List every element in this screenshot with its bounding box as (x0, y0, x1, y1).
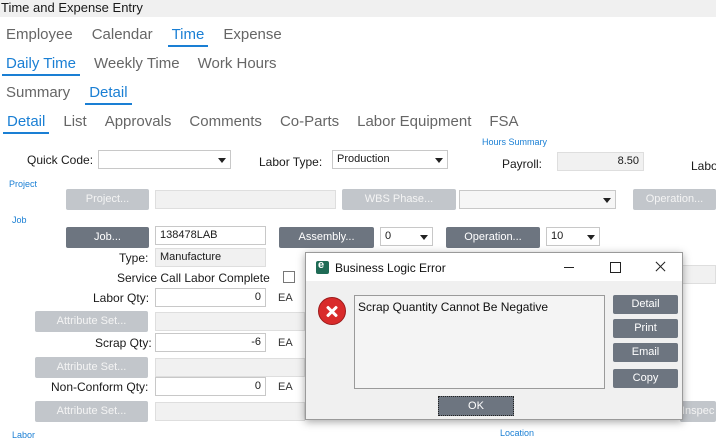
assembly-value: 0 (385, 230, 392, 242)
inspection-button[interactable]: Inspec (680, 401, 716, 422)
operation-value: 10 (551, 230, 564, 242)
service-call-checkbox[interactable] (283, 271, 295, 283)
assembly-button[interactable]: Assembly... (279, 227, 374, 248)
labor-type-value: Production (337, 153, 390, 165)
attribute-set-field-2 (155, 358, 305, 377)
tabs-detail: Detail List Approvals Comments Co-Parts … (3, 113, 533, 134)
print-button[interactable]: Print (613, 319, 678, 338)
dialog-title: Business Logic Error (335, 261, 446, 275)
tab-approvals[interactable]: Approvals (101, 113, 176, 130)
operation-dropdown[interactable]: 10 (546, 227, 600, 246)
tab-expense[interactable]: Expense (219, 26, 285, 43)
minimize-icon[interactable] (546, 253, 592, 281)
project-button[interactable]: Project... (66, 189, 149, 210)
tab-detail-sub[interactable]: Detail (3, 113, 50, 134)
service-call-label: Service Call Labor Complete (117, 271, 270, 285)
operation-button[interactable]: Operation... (446, 227, 540, 248)
project-section: Project (9, 179, 38, 189)
payroll-field: 8.50 (557, 152, 644, 171)
error-message: Scrap Quantity Cannot Be Negative (354, 295, 605, 389)
scrap-qty-unit: EA (278, 337, 293, 349)
tabs-daily: Summary Detail (2, 84, 143, 105)
attribute-set-button-3[interactable]: Attribute Set... (35, 401, 148, 422)
tab-detail[interactable]: Detail (85, 84, 132, 105)
email-button[interactable]: Email (613, 343, 678, 362)
job-button[interactable]: Job... (66, 227, 149, 248)
labor-qty-unit: EA (278, 292, 293, 304)
window-title: Time and Expense Entry (0, 0, 716, 17)
attribute-set-field-1 (155, 312, 305, 331)
quick-code-label: Quick Code: (27, 153, 94, 167)
wbs-phase-dropdown[interactable] (459, 190, 616, 209)
attribute-set-button-2[interactable]: Attribute Set... (35, 357, 148, 378)
project-field (155, 190, 336, 209)
type-field: Manufacture (155, 248, 266, 267)
chevron-down-icon (603, 198, 611, 203)
tab-calendar[interactable]: Calendar (88, 26, 157, 43)
error-icon (318, 297, 346, 325)
type-label: Type: (119, 251, 149, 265)
detail-button[interactable]: Detail (613, 295, 678, 314)
tab-weekly-time[interactable]: Weekly Time (90, 55, 184, 72)
tab-labor-equipment[interactable]: Labor Equipment (353, 113, 475, 130)
chevron-down-icon (420, 235, 428, 240)
tab-fsa[interactable]: FSA (485, 113, 522, 130)
nonconform-qty-label: Non-Conform Qty: (51, 380, 149, 394)
attribute-set-button-1[interactable]: Attribute Set... (35, 311, 148, 332)
payroll-label: Payroll: (502, 157, 543, 171)
close-icon[interactable] (637, 253, 683, 281)
tab-employee[interactable]: Employee (2, 26, 77, 43)
tab-work-hours[interactable]: Work Hours (194, 55, 281, 72)
operation-button-top[interactable]: Operation... (633, 189, 716, 210)
dialog-title-bar: Business Logic Error (306, 253, 682, 281)
labor-section: Labor (12, 430, 36, 439)
nonconform-qty-field[interactable]: 0 (155, 377, 266, 396)
job-section: Job (12, 215, 27, 225)
labor-type-dropdown[interactable]: Production (332, 150, 448, 169)
labor-type-label: Labor Type: (259, 155, 323, 169)
behind-dialog-field (680, 265, 716, 284)
nonconform-qty-unit: EA (278, 381, 293, 393)
chevron-down-icon (218, 158, 226, 163)
tab-time[interactable]: Time (167, 26, 209, 47)
attribute-set-field-3 (155, 402, 305, 421)
scrap-qty-field[interactable]: -6 (155, 333, 266, 352)
tab-summary[interactable]: Summary (2, 84, 74, 101)
location-section: Location (500, 428, 535, 438)
tabs-main: Employee Calendar Time Expense (2, 26, 297, 47)
assembly-dropdown[interactable]: 0 (380, 227, 433, 246)
hours-summary-section: Hours Summary (482, 137, 548, 147)
copy-button[interactable]: Copy (613, 369, 678, 388)
tab-list[interactable]: List (59, 113, 90, 130)
job-field[interactable]: 138478LAB (155, 226, 266, 245)
app-logo-icon (316, 259, 329, 274)
tab-co-parts[interactable]: Co-Parts (276, 113, 343, 130)
ok-button[interactable]: OK (438, 396, 514, 416)
labor-qty-label: Labor Qty: (93, 291, 150, 305)
tab-comments[interactable]: Comments (185, 113, 266, 130)
chevron-down-icon (587, 235, 595, 240)
labor-hours-label: Labo (691, 159, 716, 173)
scrap-qty-label: Scrap Qty: (95, 336, 152, 350)
labor-qty-field[interactable]: 0 (155, 288, 266, 307)
wbs-phase-button[interactable]: WBS Phase... (342, 189, 456, 210)
tab-daily-time[interactable]: Daily Time (2, 55, 81, 76)
quick-code-dropdown[interactable] (98, 150, 231, 169)
chevron-down-icon (435, 158, 443, 163)
tabs-time: Daily Time Weekly Time Work Hours (2, 55, 291, 76)
maximize-icon[interactable] (592, 253, 638, 281)
business-logic-error-dialog: Business Logic Error Scrap Quantity Cann… (305, 252, 683, 420)
